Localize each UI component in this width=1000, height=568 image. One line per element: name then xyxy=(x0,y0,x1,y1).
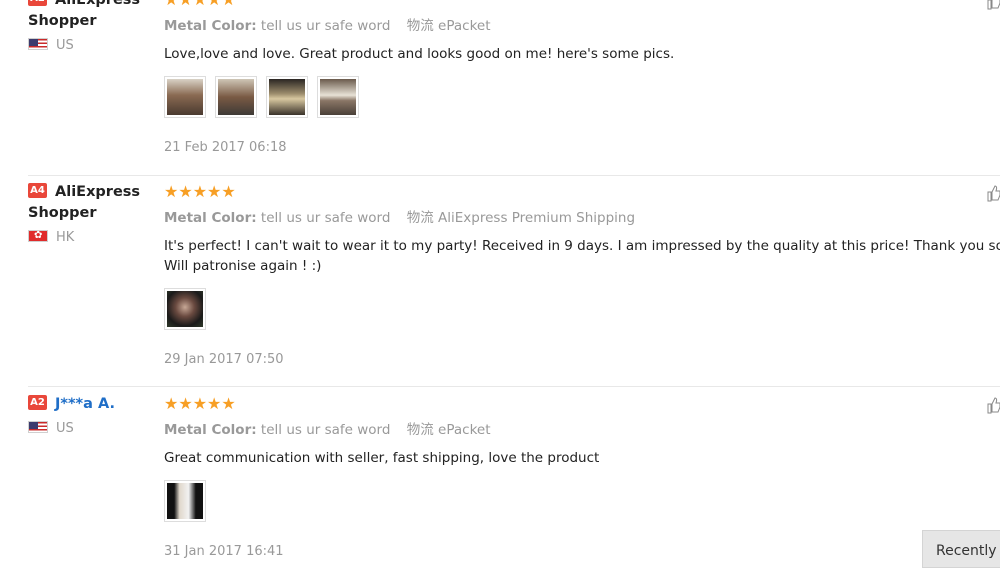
shipping-value: ePacket xyxy=(438,422,491,438)
color-value: tell us ur safe word xyxy=(260,422,391,438)
star-rating: ★★★★★ xyxy=(164,0,1000,10)
us-flag-icon xyxy=(28,420,48,433)
color-label: Metal Color: xyxy=(164,422,257,438)
color-value: tell us ur safe word xyxy=(260,18,391,34)
review-text: Love,love and love. Great product and lo… xyxy=(164,46,675,62)
level-badge: A2 xyxy=(28,0,47,6)
level-badge: A2 xyxy=(28,394,47,410)
reviewer-info: A2 J***a A. US xyxy=(28,394,153,437)
country-code: US xyxy=(56,421,74,436)
review-text: It's perfect! I can't wait to wear it to… xyxy=(164,238,1000,254)
color-label: Metal Color: xyxy=(164,210,257,226)
color-value: tell us ur safe word xyxy=(260,210,391,226)
star-rating: ★★★★★ xyxy=(164,182,236,201)
review-photo-thumbnail[interactable] xyxy=(215,76,258,118)
reviewer-info: A4AliExpress Shopper HK xyxy=(28,182,153,246)
country-code: US xyxy=(56,38,74,53)
recently-viewed-tab[interactable]: Recently V xyxy=(922,530,1000,568)
reviewer-country: HK xyxy=(28,228,153,246)
shipping-label: 物流 xyxy=(406,422,434,438)
thumbs-up-icon[interactable] xyxy=(986,0,1000,10)
review-text: Great communication with seller, fast sh… xyxy=(164,450,600,466)
review-text-line2: Will patronise again ! :) xyxy=(164,258,322,274)
review-photo-thumbnail[interactable] xyxy=(164,480,206,522)
review-photos xyxy=(164,480,1000,524)
shipping-value: ePacket xyxy=(438,18,491,34)
color-label: Metal Color: xyxy=(164,18,257,34)
order-attributes: Metal Color: tell us ur safe word 物流 Ali… xyxy=(164,210,1000,226)
review-divider xyxy=(28,175,1000,176)
reviewer-info: A2AliExpress Shopper US xyxy=(28,0,153,54)
shipping-label: 物流 xyxy=(406,210,434,226)
level-badge: A4 xyxy=(28,182,47,198)
reviewer-country: US xyxy=(28,37,153,54)
review-photos xyxy=(164,288,1000,332)
order-attributes: Metal Color: tell us ur safe word 物流 ePa… xyxy=(164,422,1000,438)
reviewer-country: US xyxy=(28,420,153,437)
thumbs-up-icon[interactable] xyxy=(986,396,1000,414)
review-photo-thumbnail[interactable] xyxy=(317,76,360,118)
review-photo-thumbnail[interactable] xyxy=(266,76,309,118)
reviewer-name[interactable]: A2AliExpress Shopper xyxy=(28,0,153,32)
reviewer-name[interactable]: A2 J***a A. xyxy=(28,394,153,415)
order-attributes: Metal Color: tell us ur safe word 物流 ePa… xyxy=(164,18,1000,34)
reviewer-name[interactable]: A4 AliExpress Shopper xyxy=(28,182,153,224)
review-photos xyxy=(164,76,1000,120)
star-rating: ★★★★★ xyxy=(164,394,236,413)
review-photo-thumbnail[interactable] xyxy=(164,288,206,330)
shipping-value: AliExpress Premium Shipping xyxy=(438,210,636,226)
review-content: ★★★★★ Metal Color: tell us ur safe word … xyxy=(164,394,1000,560)
thumbs-up-icon[interactable] xyxy=(986,184,1000,202)
review-date: 21 Feb 2017 06:18 xyxy=(164,140,287,155)
review-date: 29 Jan 2017 07:50 xyxy=(164,352,284,367)
review-content: ★★★★★ Metal Color: tell us ur safe word … xyxy=(164,182,1000,368)
us-flag-icon xyxy=(28,37,48,50)
reviewer-name-text: J***a A. xyxy=(55,396,115,412)
country-code: HK xyxy=(56,230,75,245)
hk-flag-icon xyxy=(28,228,48,244)
review-photo-thumbnail[interactable] xyxy=(164,76,206,118)
review-date: 31 Jan 2017 16:41 xyxy=(164,544,284,559)
shipping-label: 物流 xyxy=(406,18,434,34)
review-divider xyxy=(28,386,1000,387)
review-content: ★★★★★ Metal Color: tell us ur safe word … xyxy=(164,0,1000,156)
